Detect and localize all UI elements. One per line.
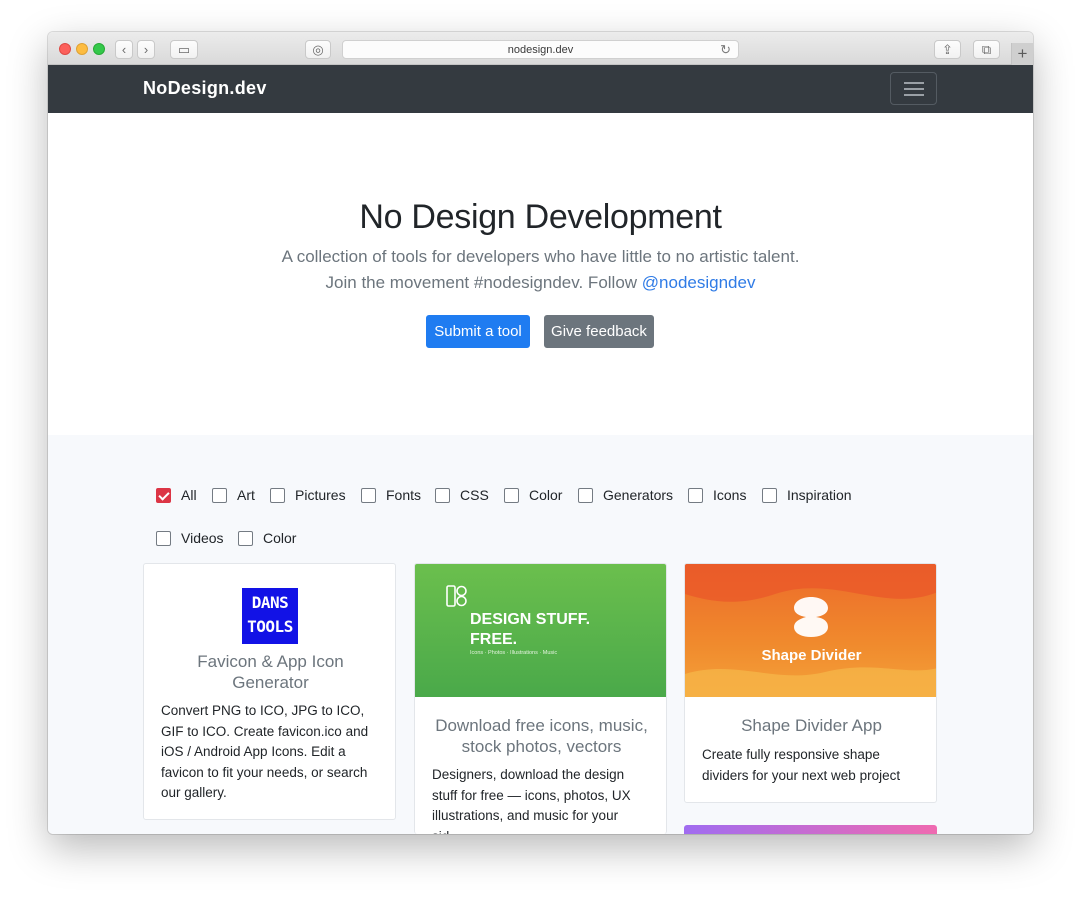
filter-fonts[interactable]: Fonts	[361, 487, 421, 503]
share-button[interactable]: ⇪	[934, 40, 961, 59]
give-feedback-button[interactable]: Give feedback	[544, 315, 654, 348]
menu-toggle-button[interactable]	[890, 72, 937, 105]
card-description: Convert PNG to ICO, JPG to ICO, GIF to I…	[161, 703, 369, 800]
tool-card-shape-divider[interactable]: Shape Divider Shape Divider App Create f…	[684, 563, 937, 803]
shape-divider-logo-icon	[794, 597, 828, 637]
minimize-window-button[interactable]	[76, 43, 88, 55]
checkbox[interactable]	[578, 487, 593, 503]
plus-icon: +	[1017, 44, 1028, 63]
banner-headline: DESIGN STUFF.	[470, 611, 591, 628]
filter-icons[interactable]: Icons	[688, 487, 746, 503]
privacy-report-button[interactable]: ◎	[305, 40, 331, 59]
submit-tool-button[interactable]: Submit a tool	[426, 315, 530, 348]
browser-window: ‹ › ▭ ◎ nodesign.dev ↻ ⇪ ⧉ + NoDesign.de…	[48, 32, 1033, 834]
checkbox[interactable]	[435, 487, 450, 503]
chevron-right-icon: ›	[143, 42, 149, 57]
card-title: Shape Divider App	[741, 716, 882, 735]
next-card-banner[interactable]	[684, 825, 937, 834]
sidebar-toggle-button[interactable]: ▭	[170, 40, 198, 59]
checkbox[interactable]	[238, 530, 253, 546]
back-button[interactable]: ‹	[115, 40, 133, 59]
tabs-icon: ⧉	[981, 42, 992, 57]
tool-card-favicon[interactable]: DANS TOOLS Favicon & App Icon Generator …	[143, 563, 396, 820]
hamburger-icon	[904, 82, 924, 84]
dans-tools-logo: DANS TOOLS	[242, 588, 298, 644]
filter-all[interactable]: All	[156, 487, 197, 503]
banner-subtext: Icons · Photos · Illustrations · Music	[470, 650, 558, 656]
privacy-icon: ◎	[312, 42, 324, 57]
filter-generators[interactable]: Generators	[578, 487, 673, 503]
checkbox[interactable]	[688, 487, 703, 503]
checkbox[interactable]	[270, 487, 285, 503]
filter-color[interactable]: Color	[504, 487, 562, 503]
checkbox[interactable]	[361, 487, 376, 503]
checkbox[interactable]	[212, 487, 227, 503]
hero-lead-text: Join the movement #nodesigndev. Follow	[325, 273, 642, 292]
filter-pictures[interactable]: Pictures	[270, 487, 346, 503]
filter-inspiration[interactable]: Inspiration	[762, 487, 852, 503]
design-stuff-logo-icon	[446, 585, 467, 607]
card-description: Designers, download the design stuff for…	[432, 767, 631, 834]
page-title: No Design Development	[359, 198, 722, 236]
site-navbar: NoDesign.dev	[48, 65, 1033, 113]
checkbox[interactable]	[156, 530, 171, 546]
card-title: Download free icons, music, stock photos…	[435, 716, 648, 756]
share-icon: ⇪	[942, 42, 953, 57]
design-stuff-banner: DESIGN STUFF. FREE. Icons · Photos · Ill…	[415, 564, 666, 697]
filter-color-2[interactable]: Color	[238, 530, 296, 546]
checkbox[interactable]	[762, 487, 777, 503]
card-description: Create fully responsive shape dividers f…	[702, 747, 901, 783]
filter-videos[interactable]: Videos	[156, 530, 224, 546]
sidebar-icon: ▭	[177, 42, 191, 57]
forward-button[interactable]: ›	[137, 40, 155, 59]
new-tab-button[interactable]: +	[1011, 43, 1033, 65]
zoom-window-button[interactable]	[93, 43, 105, 55]
tool-card-design-stuff[interactable]: DESIGN STUFF. FREE. Icons · Photos · Ill…	[414, 563, 667, 834]
checkbox-checked[interactable]	[156, 487, 171, 503]
close-window-button[interactable]	[59, 43, 71, 55]
filter-art[interactable]: Art	[212, 487, 255, 503]
hero-lead-line2: Join the movement #nodesigndev. Follow @…	[48, 273, 1033, 293]
filter-css[interactable]: CSS	[435, 487, 489, 503]
shape-divider-banner: Shape Divider	[685, 564, 936, 697]
reload-icon[interactable]: ↻	[720, 42, 731, 58]
browser-toolbar: ‹ › ▭ ◎ nodesign.dev ↻ ⇪ ⧉ +	[48, 32, 1033, 65]
banner-headline-2: FREE.	[470, 631, 518, 648]
twitter-handle-link[interactable]: @nodesigndev	[642, 273, 756, 292]
show-tabs-button[interactable]: ⧉	[973, 40, 1000, 59]
checkbox[interactable]	[504, 487, 519, 503]
address-bar[interactable]: nodesign.dev ↻	[342, 40, 739, 59]
site-brand[interactable]: NoDesign.dev	[143, 78, 267, 99]
banner-title: Shape Divider	[761, 647, 862, 664]
hero-section: No Design Development A collection of to…	[48, 113, 1033, 435]
hero-lead-line1: A collection of tools for developers who…	[281, 247, 800, 266]
card-title: Favicon & App Icon Generator	[197, 652, 344, 692]
chevron-left-icon: ‹	[121, 42, 127, 57]
url-text: nodesign.dev	[507, 44, 574, 56]
